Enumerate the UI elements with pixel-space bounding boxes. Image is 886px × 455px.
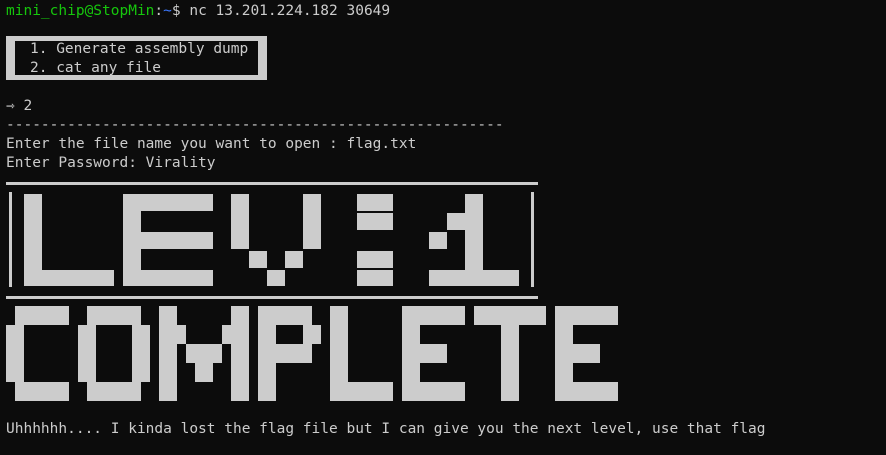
level-letter-v-right <box>303 194 321 249</box>
complete-letter-c-stem <box>6 325 24 382</box>
level-letter-e2-upper <box>357 213 393 230</box>
level-letter-v-point <box>267 270 285 286</box>
banner-top-rule <box>6 182 538 185</box>
command-line: mini_chip@StopMin:~$ nc 13.201.224.182 3… <box>6 2 390 21</box>
level-letter-l-base <box>24 270 114 286</box>
file-name-prompt: Enter the file name you want to open : f… <box>6 136 417 152</box>
separator-line: ----------------------------------------… <box>6 117 504 133</box>
command-text: nc 13.201.224.182 30649 <box>189 3 391 19</box>
complete-letter-e-top <box>402 306 465 325</box>
complete-letter-m-right <box>231 306 249 401</box>
level-letter-v-left-inner <box>249 251 267 268</box>
level-digit-1-flag-tip <box>429 232 447 249</box>
complete-letter-c-bottom <box>15 382 69 401</box>
level-letter-v-left <box>231 194 249 249</box>
password-prompt: Enter Password: Virality <box>6 155 216 171</box>
menu-item-assembly-dump: 1. Generate assembly dump <box>30 41 249 57</box>
complete-letter-o-right <box>132 325 150 382</box>
complete-letter-t-stem <box>501 306 519 401</box>
complete-letter-l-base <box>330 382 393 401</box>
level-digit-1-flag <box>447 213 465 230</box>
level-letter-v-right-inner <box>285 251 303 268</box>
menu-item-cat-file: 2. cat any file <box>30 60 161 76</box>
complete-letter-e-bottom <box>402 382 465 401</box>
banner-right-bar <box>531 192 534 287</box>
complete-letter-c-top <box>15 306 69 325</box>
level-letter-e-mid <box>123 232 213 249</box>
complete-letter-o-top <box>87 306 141 325</box>
complete-letter-o-bottom <box>87 382 141 401</box>
complete-letter-e2-mid <box>555 344 600 363</box>
level-letter-e2-top <box>357 194 393 211</box>
banner-left-bar <box>9 192 12 287</box>
complete-letter-p-mid <box>258 344 312 363</box>
level-letter-e-bottom <box>123 270 213 286</box>
menu-box: 1. Generate assembly dump 2. cat any fil… <box>6 36 267 80</box>
prompt-symbol: $ <box>171 3 190 19</box>
complete-letter-e-mid <box>402 344 447 363</box>
complete-letter-e2-top <box>555 306 618 325</box>
complete-letter-o-left <box>78 325 96 382</box>
prompt-user: mini_chip@StopMin <box>6 3 155 19</box>
complete-letter-m-left <box>159 306 177 401</box>
complete-letter-m-point <box>195 363 213 382</box>
complete-letter-m-diag-right <box>222 325 231 344</box>
complete-letter-m-diag-left <box>177 325 186 344</box>
level-letter-e2-bottom <box>357 270 393 286</box>
complete-letter-m-mid <box>186 344 222 363</box>
level-letter-e2-lower <box>357 251 393 268</box>
banner-bottom-rule <box>6 296 538 299</box>
level-letter-e-top <box>123 194 213 211</box>
level-digit-1-base <box>429 270 519 286</box>
footer-message: Uhhhhhh.... I kinda lost the flag file b… <box>6 421 766 437</box>
complete-letter-p-bowl <box>303 325 321 344</box>
prompt-path: ~ <box>163 3 172 19</box>
prompt-separator: : <box>154 3 164 19</box>
menu-selection: ⇾ 2 <box>6 98 33 114</box>
complete-letter-p-top <box>258 306 312 325</box>
complete-letter-e2-bottom <box>555 382 618 401</box>
